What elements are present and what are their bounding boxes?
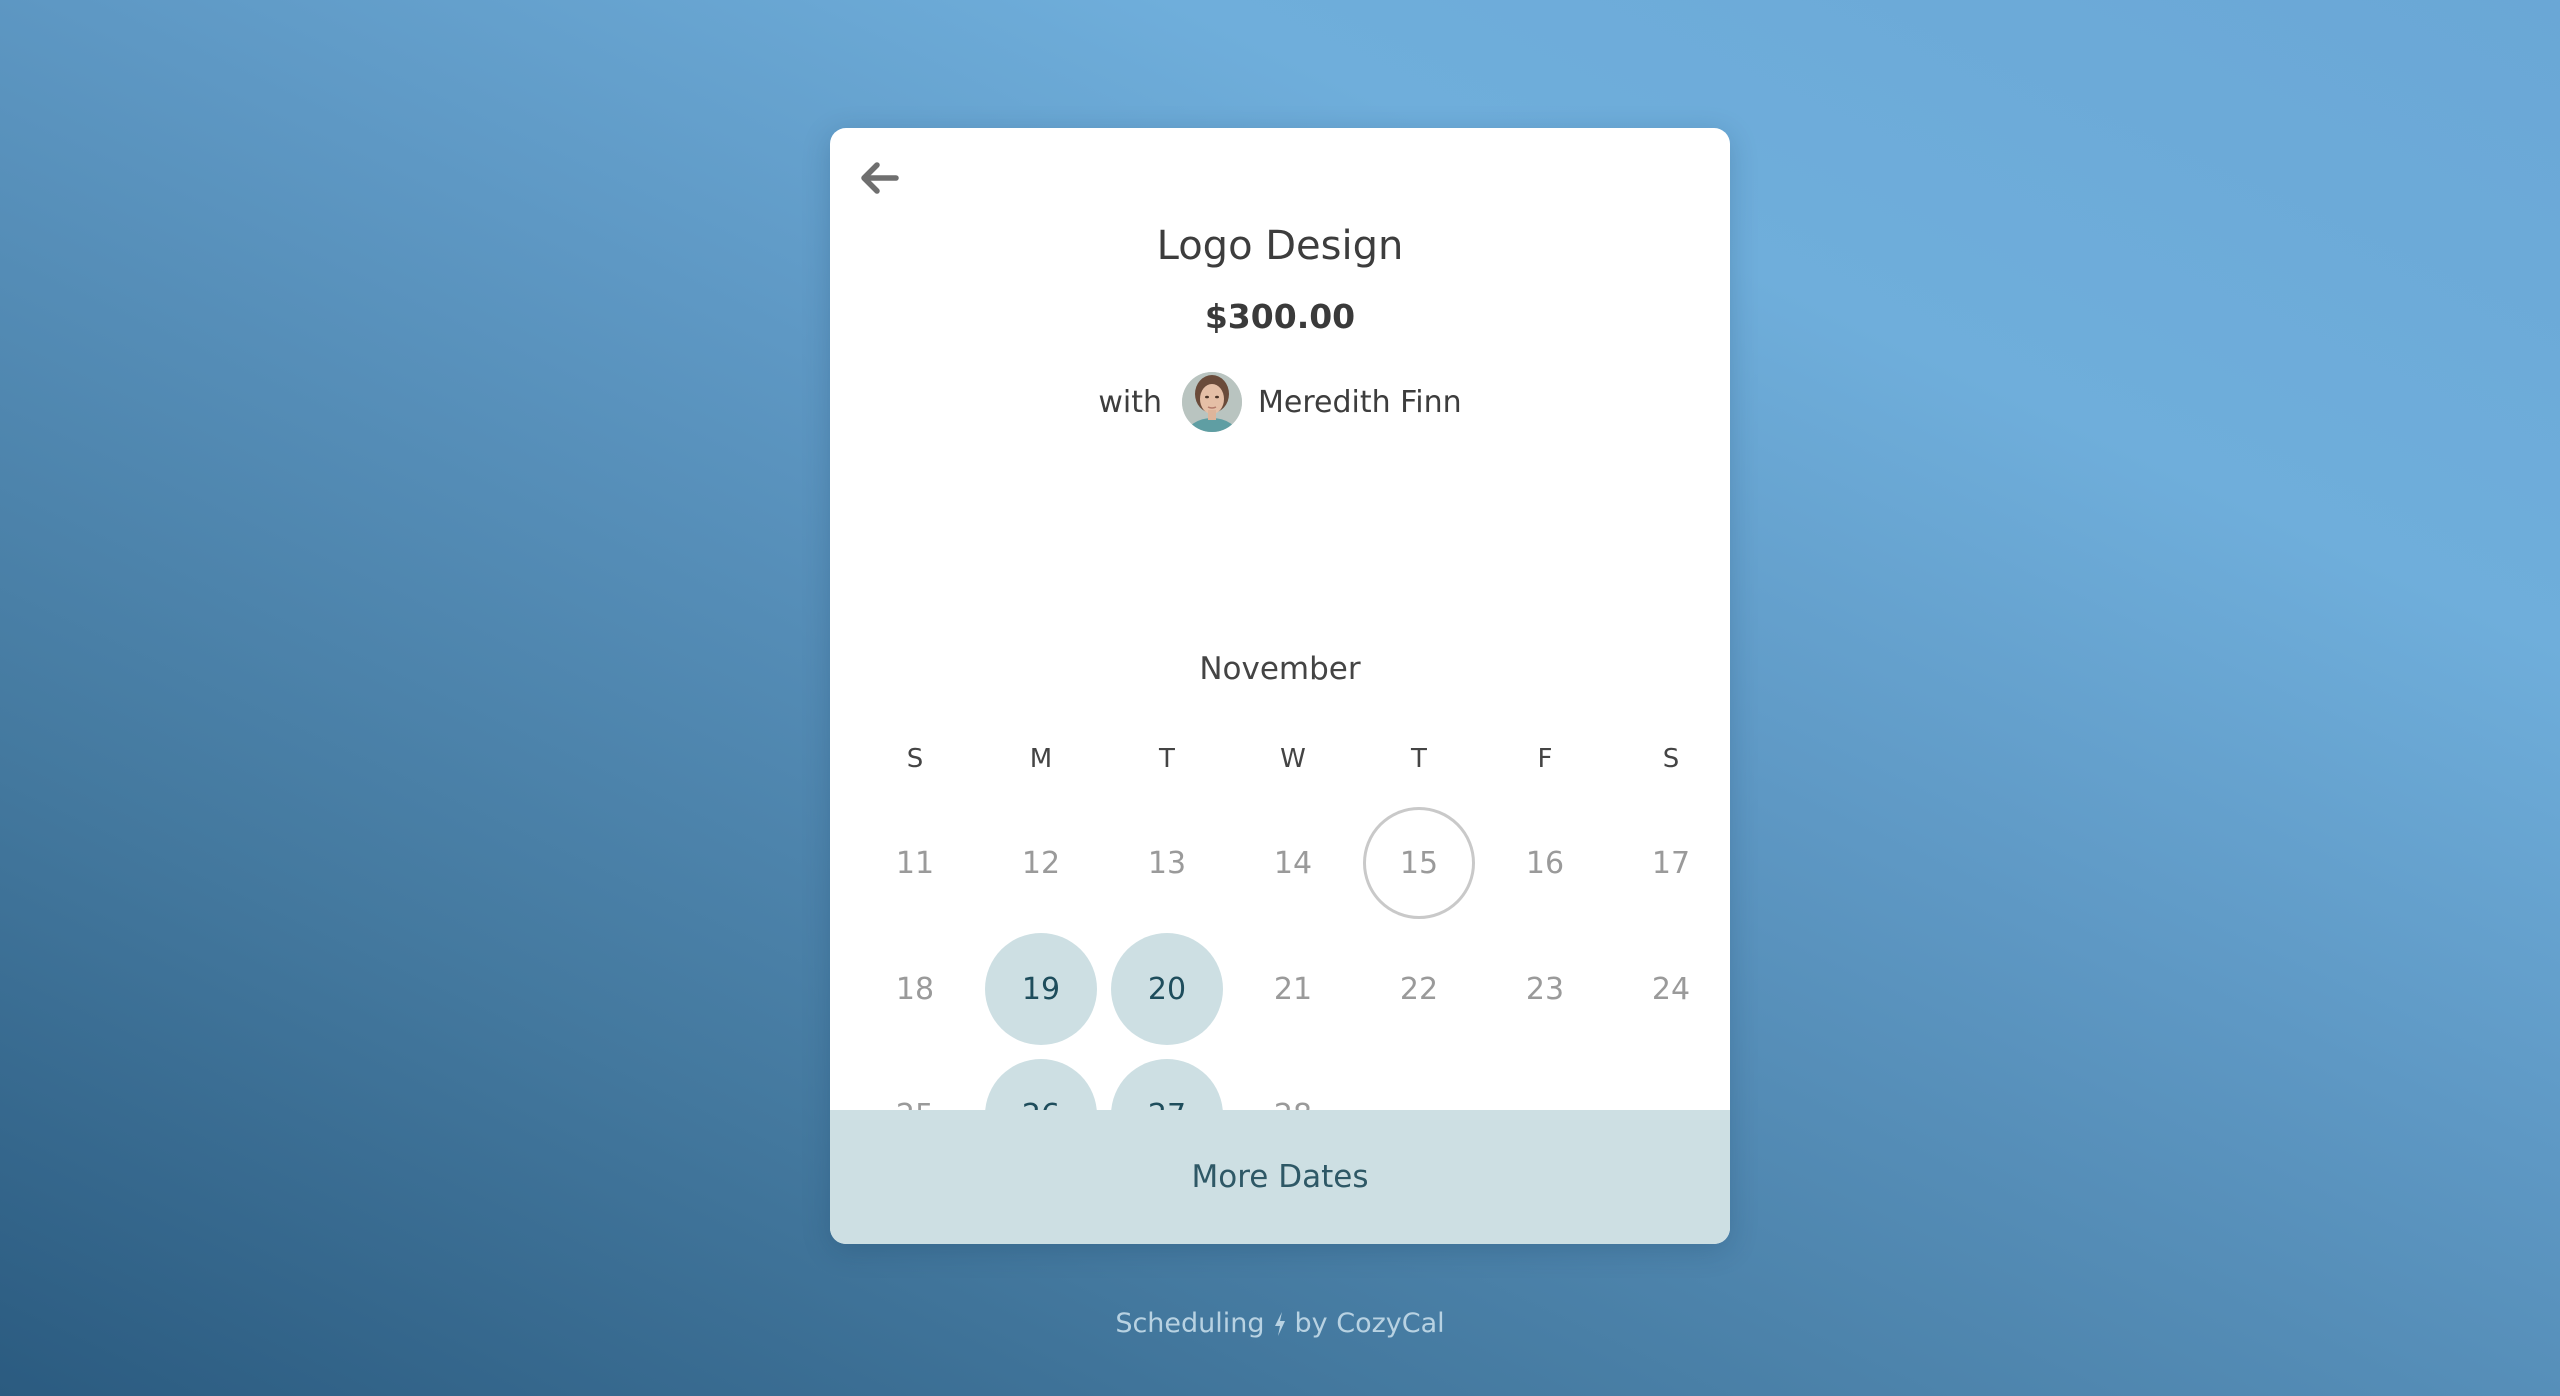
event-title: Logo Design (1156, 223, 1404, 269)
calendar-day: 11 (895, 845, 935, 881)
calendar-day: 21 (1273, 971, 1313, 1007)
footer-suffix: by CozyCal (1294, 1308, 1445, 1339)
calendar-month: November (1199, 651, 1361, 687)
calendar-day-available[interactable]: 20 (1104, 926, 1230, 1052)
back-button[interactable] (858, 156, 902, 200)
calendar-day: 23 (1525, 971, 1565, 1007)
calendar-day: 22 (1399, 971, 1439, 1007)
footer-prefix: Scheduling (1115, 1308, 1265, 1339)
powered-by-footer[interactable]: Scheduling by CozyCal (0, 1308, 2560, 1339)
weekday-header: S M T W T F S (852, 744, 1730, 774)
calendar-day: 13 (1147, 845, 1187, 881)
weekday-label: W (1280, 744, 1306, 774)
calendar-day: 18 (895, 971, 935, 1007)
arrow-left-icon (861, 162, 899, 194)
lightning-bolt-icon (1273, 1311, 1287, 1337)
calendar-day-today: 15 (1356, 800, 1482, 926)
booking-card: Logo Design $300.00 with Meredith Finn N… (830, 128, 1730, 1244)
weekday-label: S (1662, 744, 1680, 774)
calendar-day: 24 (1651, 971, 1691, 1007)
weekday-label: M (1029, 744, 1053, 774)
host-info: with Meredith Finn (830, 372, 1730, 432)
host-name: Meredith Finn (1258, 384, 1462, 420)
host-avatar (1182, 372, 1243, 432)
calendar-day: 16 (1525, 845, 1565, 881)
more-dates-button[interactable]: More Dates (830, 1110, 1730, 1244)
event-price: $300.00 (1204, 297, 1356, 336)
weekday-label: T (1159, 744, 1175, 774)
calendar-day-available[interactable]: 19 (978, 926, 1104, 1052)
calendar-day: 17 (1651, 845, 1691, 881)
weekday-label: T (1411, 744, 1427, 774)
weekday-label: S (906, 744, 924, 774)
with-label: with (1098, 384, 1163, 420)
weekday-label: F (1537, 744, 1553, 774)
calendar-day: 12 (1021, 845, 1061, 881)
calendar-day: 14 (1273, 845, 1313, 881)
